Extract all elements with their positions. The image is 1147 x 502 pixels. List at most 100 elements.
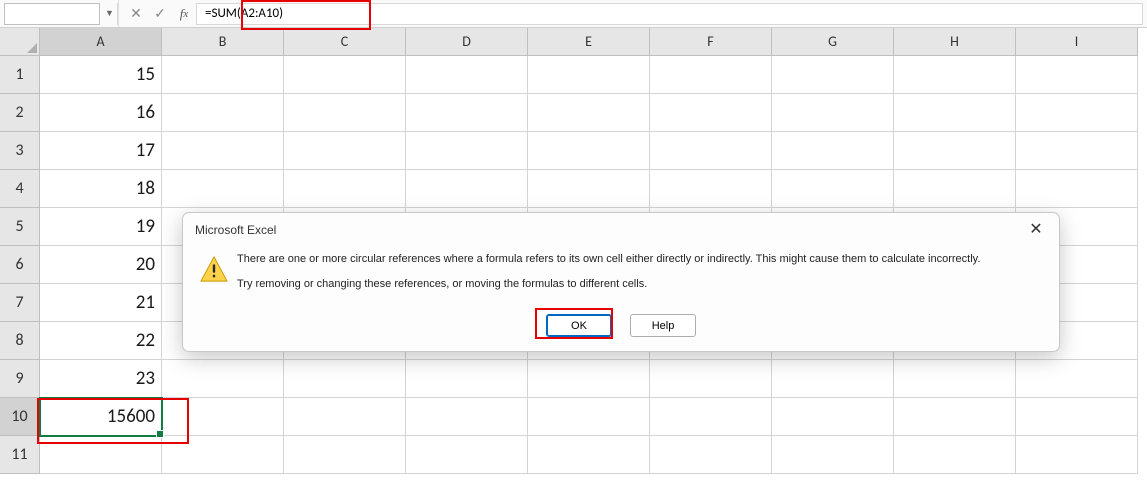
cell-H9[interactable] (894, 360, 1016, 398)
cell-C2[interactable] (284, 94, 406, 132)
cell-I2[interactable] (1016, 94, 1138, 132)
dialog-button-row: OK Help (183, 310, 1059, 351)
cell-F2[interactable] (650, 94, 772, 132)
column-header-I[interactable]: I (1016, 28, 1138, 56)
cell-A7[interactable]: 21 (40, 284, 162, 322)
cell-C4[interactable] (284, 170, 406, 208)
close-icon[interactable]: ✕ (1023, 220, 1049, 240)
cell-E2[interactable] (528, 94, 650, 132)
cell-D4[interactable] (406, 170, 528, 208)
row-header-5[interactable]: 5 (0, 208, 40, 246)
row-header-7[interactable]: 7 (0, 284, 40, 322)
row-header-4[interactable]: 4 (0, 170, 40, 208)
column-header-D[interactable]: D (406, 28, 528, 56)
cell-F4[interactable] (650, 170, 772, 208)
cell-C1[interactable] (284, 56, 406, 94)
cell-D11[interactable] (406, 436, 528, 474)
cell-I9[interactable] (1016, 360, 1138, 398)
row-header-6[interactable]: 6 (0, 246, 40, 284)
formula-input[interactable]: =SUM(A2:A10) (196, 3, 1143, 25)
cell-E3[interactable] (528, 132, 650, 170)
cell-H4[interactable] (894, 170, 1016, 208)
column-header-B[interactable]: B (162, 28, 284, 56)
cell-E11[interactable] (528, 436, 650, 474)
cell-F11[interactable] (650, 436, 772, 474)
cell-H1[interactable] (894, 56, 1016, 94)
formula-bar: ▼ ✕ ✓ fx =SUM(A2:A10) (0, 0, 1147, 28)
row-header-11[interactable]: 11 (0, 436, 40, 474)
cell-C10[interactable] (284, 398, 406, 436)
row-header-9[interactable]: 9 (0, 360, 40, 398)
name-box-dropdown[interactable]: ▼ (102, 3, 118, 25)
cell-B1[interactable] (162, 56, 284, 94)
column-header-H[interactable]: H (894, 28, 1016, 56)
column-header-E[interactable]: E (528, 28, 650, 56)
cell-A2[interactable]: 16 (40, 94, 162, 132)
cell-A11[interactable] (40, 436, 162, 474)
cell-E9[interactable] (528, 360, 650, 398)
cell-B2[interactable] (162, 94, 284, 132)
insert-function-icon[interactable]: fx (172, 0, 196, 27)
dialog-message: There are one or more circular reference… (233, 251, 1047, 300)
cell-E10[interactable] (528, 398, 650, 436)
select-all-corner[interactable] (0, 28, 40, 56)
cell-A1[interactable]: 15 (40, 56, 162, 94)
cell-G10[interactable] (772, 398, 894, 436)
ok-button[interactable]: OK (546, 314, 612, 337)
cell-A10[interactable]: 15600 (40, 398, 162, 436)
cell-D1[interactable] (406, 56, 528, 94)
cell-B3[interactable] (162, 132, 284, 170)
cell-C11[interactable] (284, 436, 406, 474)
row-header-3[interactable]: 3 (0, 132, 40, 170)
cell-I4[interactable] (1016, 170, 1138, 208)
cell-A3[interactable]: 17 (40, 132, 162, 170)
cell-E4[interactable] (528, 170, 650, 208)
cell-D9[interactable] (406, 360, 528, 398)
cell-F1[interactable] (650, 56, 772, 94)
cell-D2[interactable] (406, 94, 528, 132)
row-header-10[interactable]: 10 (0, 398, 40, 436)
column-header-A[interactable]: A (40, 28, 162, 56)
cell-D10[interactable] (406, 398, 528, 436)
cell-C9[interactable] (284, 360, 406, 398)
row-header-1[interactable]: 1 (0, 56, 40, 94)
column-header-G[interactable]: G (772, 28, 894, 56)
cell-I1[interactable] (1016, 56, 1138, 94)
cell-A8[interactable]: 22 (40, 322, 162, 360)
cell-G9[interactable] (772, 360, 894, 398)
column-header-C[interactable]: C (284, 28, 406, 56)
cell-I10[interactable] (1016, 398, 1138, 436)
cell-G2[interactable] (772, 94, 894, 132)
cell-G3[interactable] (772, 132, 894, 170)
cell-E1[interactable] (528, 56, 650, 94)
cell-I3[interactable] (1016, 132, 1138, 170)
column-header-F[interactable]: F (650, 28, 772, 56)
cell-H10[interactable] (894, 398, 1016, 436)
cell-G4[interactable] (772, 170, 894, 208)
cell-A6[interactable]: 20 (40, 246, 162, 284)
cell-C3[interactable] (284, 132, 406, 170)
cell-H11[interactable] (894, 436, 1016, 474)
cell-I11[interactable] (1016, 436, 1138, 474)
cell-B11[interactable] (162, 436, 284, 474)
cell-G1[interactable] (772, 56, 894, 94)
row-header-8[interactable]: 8 (0, 322, 40, 360)
cell-F9[interactable] (650, 360, 772, 398)
cell-B10[interactable] (162, 398, 284, 436)
cell-G11[interactable] (772, 436, 894, 474)
name-box[interactable] (4, 3, 100, 25)
cell-F10[interactable] (650, 398, 772, 436)
cancel-formula-icon[interactable]: ✕ (124, 0, 148, 27)
cell-A9[interactable]: 23 (40, 360, 162, 398)
cell-F3[interactable] (650, 132, 772, 170)
cell-H3[interactable] (894, 132, 1016, 170)
cell-B4[interactable] (162, 170, 284, 208)
cell-H2[interactable] (894, 94, 1016, 132)
cell-B9[interactable] (162, 360, 284, 398)
row-header-2[interactable]: 2 (0, 94, 40, 132)
enter-formula-icon[interactable]: ✓ (148, 0, 172, 27)
cell-A5[interactable]: 19 (40, 208, 162, 246)
cell-A4[interactable]: 18 (40, 170, 162, 208)
help-button[interactable]: Help (630, 314, 696, 337)
cell-D3[interactable] (406, 132, 528, 170)
